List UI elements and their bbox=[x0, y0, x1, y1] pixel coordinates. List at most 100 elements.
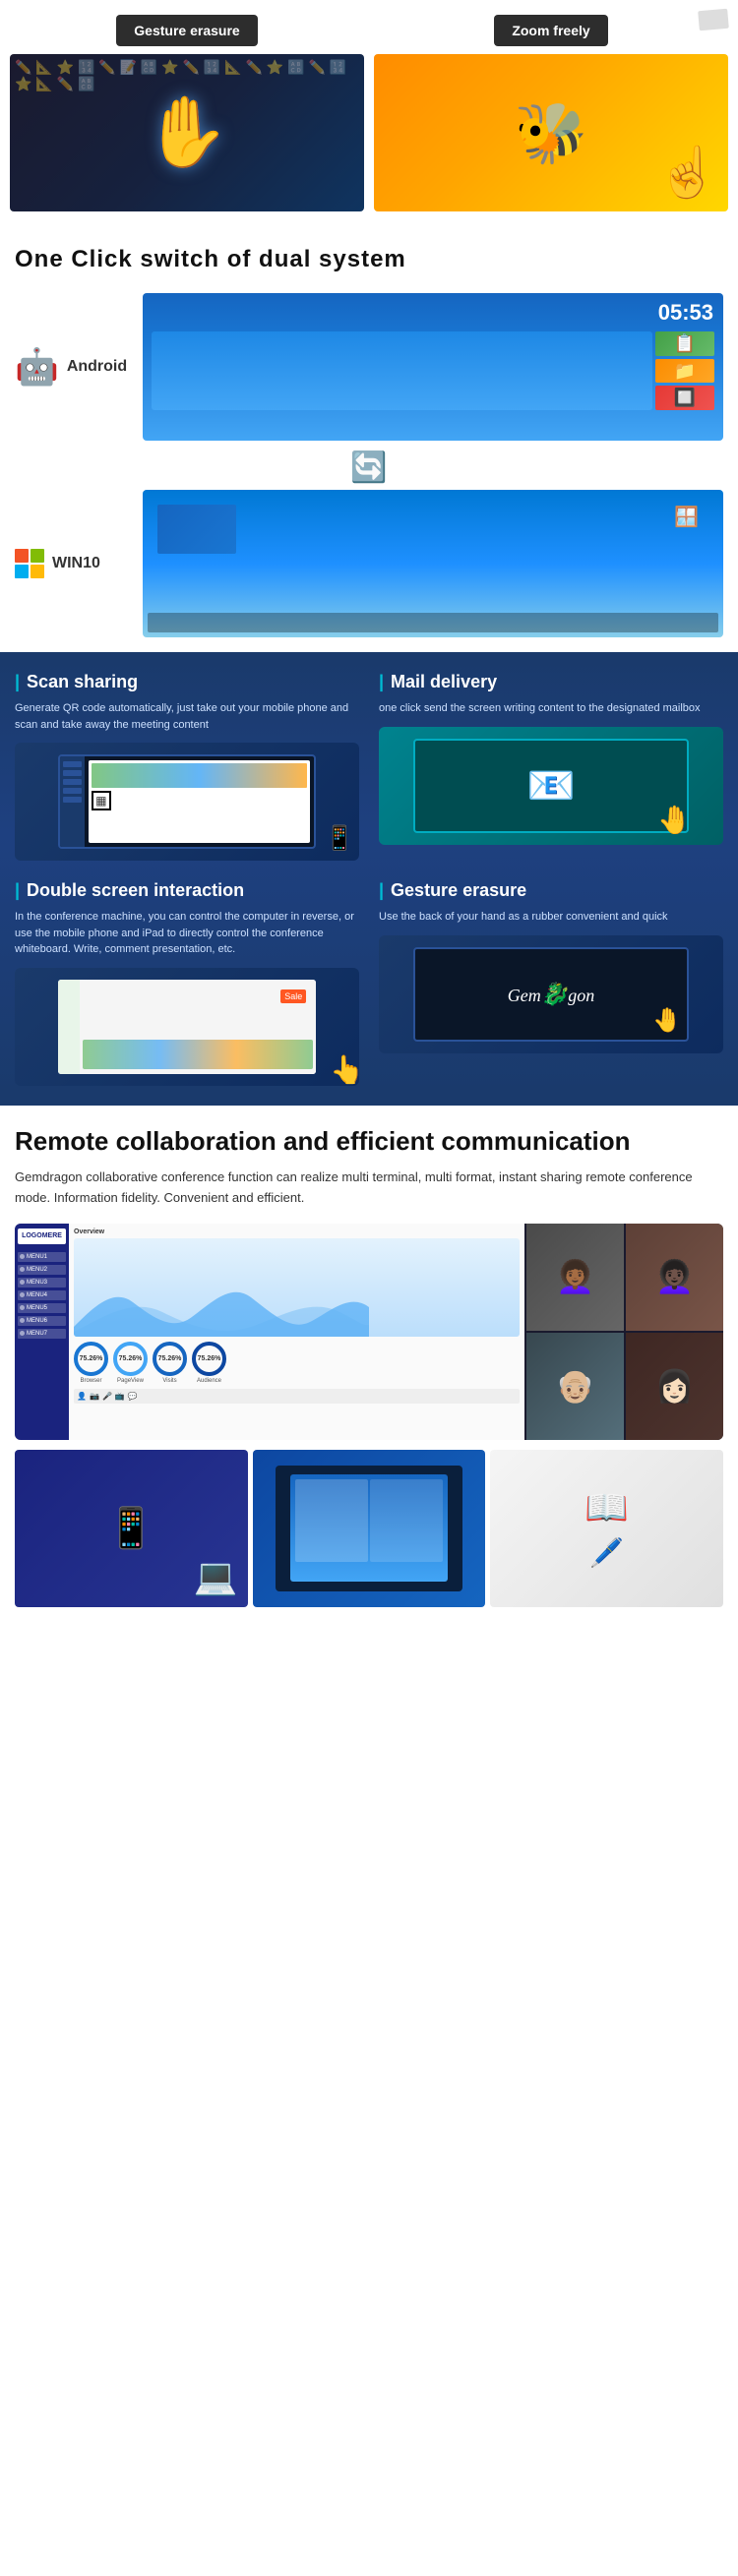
gest-screen-preview: Gem🐉gon 🤚 bbox=[379, 935, 723, 1053]
gesture-erasure-title: | Gesture erasure bbox=[379, 880, 723, 901]
scan-sidebar-item bbox=[63, 779, 82, 785]
toolbar-icon-5: 💬 bbox=[128, 1392, 138, 1401]
android-screen-top: 05:53 bbox=[148, 298, 718, 328]
collab-chart-area bbox=[74, 1238, 520, 1337]
mail-bar: | bbox=[379, 672, 384, 692]
scan-sidebar-item bbox=[63, 770, 82, 776]
features-section: | Scan sharing Generate QR code automati… bbox=[0, 652, 738, 1106]
windows-screen: 🪟 bbox=[143, 490, 723, 637]
dscreen-sidebar bbox=[58, 980, 80, 1074]
scan-sharing-title: | Scan sharing bbox=[15, 672, 359, 692]
collab-title: Remote collaboration and efficient commu… bbox=[15, 1125, 723, 1159]
dual-system-section: One Click switch of dual system 🤖 Androi… bbox=[0, 226, 738, 652]
collab-screen2-inner bbox=[276, 1466, 461, 1591]
scan-phone-icon: 📱 bbox=[325, 824, 354, 853]
panel-2 bbox=[370, 1479, 443, 1562]
stat-label-3: Visits bbox=[162, 1378, 176, 1384]
stat-label-1: Browser bbox=[80, 1378, 101, 1384]
collab-menu-6[interactable]: MENU6 bbox=[18, 1316, 66, 1326]
collab-menu-4[interactable]: MENU4 bbox=[18, 1290, 66, 1300]
collab-bottom-screen-3: 📖 🖊️ bbox=[490, 1450, 723, 1607]
double-screen-title: | Double screen interaction bbox=[15, 880, 359, 901]
scan-sidebar bbox=[60, 756, 85, 847]
features-grid: | Scan sharing Generate QR code automati… bbox=[15, 672, 723, 1086]
dscreen-chart bbox=[83, 1040, 314, 1069]
gest-desc: Use the back of your hand as a rubber co… bbox=[379, 909, 723, 926]
android-icon-label: 🤖 Android bbox=[15, 346, 133, 388]
collab-menu-1[interactable]: MENU1 bbox=[18, 1252, 66, 1262]
menu-label-2: MENU2 bbox=[27, 1267, 47, 1273]
collab-overview-label: Overview bbox=[74, 1228, 520, 1235]
collab-stats: 75.26% Browser 75.26% PageView 75.26% bbox=[74, 1342, 520, 1384]
menu-dot bbox=[20, 1254, 25, 1259]
stat-value-3: 75.26% bbox=[158, 1355, 182, 1362]
dscreen-sale-badge: Sale bbox=[280, 989, 306, 1003]
chalk-doodles: ✏️ 📐 ⭐ 🔢 ✏️ 📝 🔠 ⭐ ✏️ 🔢 📐 ✏️ ⭐ 🔠 ✏️ 🔢 ⭐ 📐… bbox=[10, 54, 364, 211]
collab-sidebar: LOGOMERE MENU1 MENU2 MENU3 MENU4 bbox=[15, 1224, 69, 1440]
collab-video-calls: 👩🏾‍🦱 👩🏿‍🦱 👴🏼 👩🏻 bbox=[526, 1224, 723, 1440]
gesture-erasure-feature: | Gesture erasure Use the back of your h… bbox=[379, 880, 723, 1086]
scan-bar: | bbox=[15, 672, 20, 692]
scan-sharing-feature: | Scan sharing Generate QR code automati… bbox=[15, 672, 359, 861]
android-time: 05:53 bbox=[658, 300, 713, 326]
mail-delivery-feature: | Mail delivery one click send the scree… bbox=[379, 672, 723, 861]
stat-3: 75.26% Visits bbox=[153, 1342, 187, 1384]
dscreen-bar: | bbox=[15, 880, 20, 901]
gest-hand-icon: 🤚 bbox=[652, 1006, 682, 1035]
mail-monitor: 📧 🤚 bbox=[413, 739, 689, 833]
scan-screen-preview: ▦ 📱 bbox=[15, 743, 359, 861]
stat-circle-1: 75.26% bbox=[74, 1342, 108, 1376]
menu-dot bbox=[20, 1331, 25, 1336]
scan-desc: Generate QR code automatically, just tak… bbox=[15, 700, 359, 733]
collab-menu-5[interactable]: MENU5 bbox=[18, 1303, 66, 1313]
collab-menu-7[interactable]: MENU7 bbox=[18, 1329, 66, 1339]
collab-bottom-row: 📖 🖊️ bbox=[15, 1450, 723, 1607]
android-icon: 🤖 bbox=[15, 346, 59, 388]
gest-handwriting: Gem🐉gon bbox=[508, 982, 594, 1007]
android-screen: 05:53 📋 📁 🔲 bbox=[143, 293, 723, 441]
gesture-erase-visual: ✏️ 📐 ⭐ 🔢 ✏️ 📝 🔠 ⭐ ✏️ 🔢 📐 ✏️ ⭐ 🔠 ✏️ 🔢 ⭐ 📐… bbox=[10, 54, 364, 211]
toolbar-icon-1: 👤 bbox=[77, 1392, 87, 1401]
menu-label-7: MENU7 bbox=[27, 1331, 47, 1337]
menu-label-1: MENU1 bbox=[27, 1254, 47, 1260]
stat-1: 75.26% Browser bbox=[74, 1342, 108, 1384]
menu-dot bbox=[20, 1318, 25, 1323]
screen3-book-icon: 📖 bbox=[584, 1487, 629, 1528]
stat-value-4: 75.26% bbox=[198, 1355, 221, 1362]
dscreen-monitor: Sale bbox=[58, 980, 317, 1074]
menu-label-4: MENU4 bbox=[27, 1292, 47, 1298]
scan-title-text: Scan sharing bbox=[27, 672, 138, 692]
scan-monitor: ▦ bbox=[58, 754, 317, 849]
zoom-freely-image bbox=[374, 54, 728, 211]
win-pane-blue bbox=[15, 565, 29, 578]
collab-bottom-screen-2 bbox=[253, 1450, 486, 1607]
panel-1 bbox=[295, 1479, 368, 1562]
collab-menu-3[interactable]: MENU3 bbox=[18, 1278, 66, 1288]
windows-row: WIN10 🪟 bbox=[15, 490, 723, 637]
dual-system-content: 🤖 Android 05:53 📋 📁 🔲 bbox=[15, 293, 723, 642]
stat-label-4: Audience bbox=[197, 1378, 221, 1384]
menu-dot bbox=[20, 1292, 25, 1297]
stat-label-2: PageView bbox=[117, 1378, 144, 1384]
mail-screen-preview: 📧 🤚 bbox=[379, 727, 723, 845]
windows-logo-icon bbox=[15, 549, 44, 578]
windows-name: WIN10 bbox=[52, 555, 100, 572]
scan-content: ▦ bbox=[89, 760, 311, 843]
android-row: 🤖 Android 05:53 📋 📁 🔲 bbox=[15, 293, 723, 441]
mail-hand-icon: 🤚 bbox=[657, 804, 692, 836]
collab-menu-2[interactable]: MENU2 bbox=[18, 1265, 66, 1275]
mail-icon: 📧 bbox=[526, 762, 576, 809]
collab-screen2-panels bbox=[295, 1479, 444, 1562]
collab-logo: LOGOMERE bbox=[18, 1228, 66, 1244]
collab-bottom-screen-1 bbox=[15, 1450, 248, 1607]
android-screen-preview: 05:53 📋 📁 🔲 bbox=[143, 293, 723, 441]
stat-circle-2: 75.26% bbox=[113, 1342, 148, 1376]
scan-sidebar-item bbox=[63, 761, 82, 767]
gest-bar: | bbox=[379, 880, 384, 901]
collab-wave-svg bbox=[74, 1278, 369, 1337]
scan-sidebar-item bbox=[63, 788, 82, 794]
gest-monitor: Gem🐉gon 🤚 bbox=[413, 947, 689, 1042]
scan-visual: ▦ 📱 bbox=[15, 743, 359, 861]
collab-screen3-inner: 📖 🖊️ bbox=[490, 1450, 723, 1607]
stat-circle-3: 75.26% bbox=[153, 1342, 187, 1376]
